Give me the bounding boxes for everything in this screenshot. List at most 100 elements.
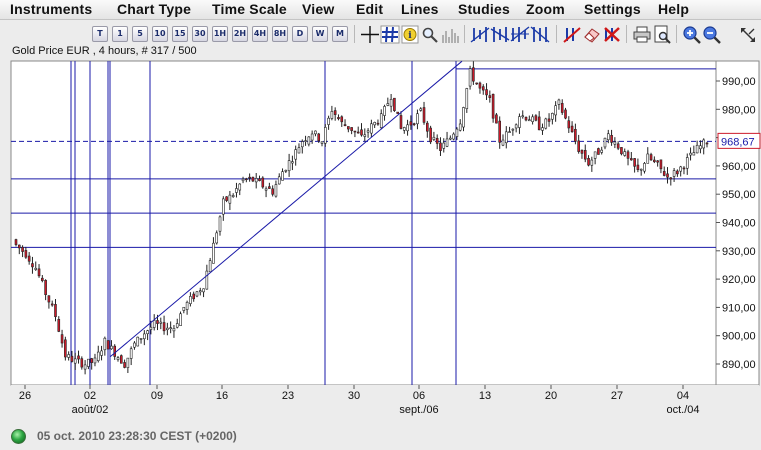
candle-down bbox=[633, 158, 636, 167]
timescale-week-button[interactable]: W bbox=[312, 26, 328, 42]
timescale-1h-button[interactable]: 1H bbox=[212, 26, 228, 42]
x-tick-label: 13 bbox=[479, 390, 491, 402]
expand-arrows-icon[interactable] bbox=[738, 25, 758, 44]
candle-down bbox=[393, 97, 396, 111]
candle-down bbox=[261, 177, 265, 188]
candle-up bbox=[383, 106, 386, 116]
candle-up bbox=[689, 152, 692, 156]
candle-up bbox=[297, 147, 301, 154]
menu-zoom[interactable]: Zoom bbox=[526, 1, 565, 17]
info-icon[interactable]: i bbox=[400, 25, 420, 44]
grid-icon[interactable] bbox=[380, 25, 400, 44]
bar-chart-icon[interactable] bbox=[470, 25, 490, 44]
trend-line-icon[interactable] bbox=[490, 25, 510, 44]
candle-down bbox=[343, 124, 347, 127]
candle-down bbox=[564, 109, 567, 119]
timescale-1min-button[interactable]: 1 bbox=[112, 26, 128, 42]
candle-down bbox=[485, 89, 488, 96]
candle-down bbox=[245, 178, 248, 181]
candle-up bbox=[159, 321, 163, 324]
menu-bar: Instruments Chart Type Time Scale View E… bbox=[0, 0, 761, 20]
candle-up bbox=[126, 357, 130, 368]
candle-down bbox=[376, 122, 380, 125]
menu-time-scale[interactable]: Time Scale bbox=[212, 1, 287, 17]
clear-all-icon[interactable] bbox=[602, 25, 622, 44]
candle-up bbox=[254, 178, 258, 183]
chart-title: Gold Price EUR , 4 hours, # 317 / 500 bbox=[12, 45, 197, 57]
candle-up bbox=[373, 122, 376, 126]
color-palette-icon[interactable] bbox=[562, 25, 582, 44]
timescale-tick-button[interactable]: T bbox=[92, 26, 108, 42]
menu-studies[interactable]: Studies bbox=[458, 1, 510, 17]
status-bar: 05 oct. 2010 23:28:30 CEST (+0200) bbox=[0, 424, 761, 450]
candle-down bbox=[597, 148, 600, 155]
zoom-out-icon[interactable] bbox=[702, 25, 722, 44]
zoom-in-icon[interactable] bbox=[682, 25, 702, 44]
candle-up bbox=[304, 140, 307, 142]
candle-up bbox=[406, 124, 409, 132]
trend-line[interactable] bbox=[109, 60, 463, 358]
candle-up bbox=[455, 128, 459, 137]
y-tick-label: 960,00 bbox=[722, 161, 756, 173]
candle-up bbox=[702, 139, 706, 149]
menu-settings[interactable]: Settings bbox=[584, 1, 641, 17]
candle-down bbox=[498, 120, 502, 143]
menu-help[interactable]: Help bbox=[658, 1, 689, 17]
candle-up bbox=[96, 351, 100, 361]
candle-up bbox=[281, 171, 284, 181]
y-tick-label: 930,00 bbox=[722, 246, 756, 258]
candle-up bbox=[103, 337, 107, 351]
candle-up bbox=[528, 119, 531, 122]
eraser-icon[interactable] bbox=[582, 25, 602, 44]
x-tick-label: 06 bbox=[413, 390, 425, 402]
print-preview-icon[interactable] bbox=[652, 25, 672, 44]
y-tick-label: 950,00 bbox=[722, 189, 756, 201]
fibonacci-icon[interactable] bbox=[510, 25, 530, 44]
x-month-label: oct./04 bbox=[666, 404, 699, 416]
toolbar-separator bbox=[626, 25, 627, 43]
candle-up bbox=[83, 364, 87, 370]
current-price-label: 968,67 bbox=[721, 136, 755, 148]
timescale-2h-button[interactable]: 2H bbox=[232, 26, 248, 42]
timescale-15min-button[interactable]: 15 bbox=[172, 26, 188, 42]
candle-up bbox=[442, 142, 446, 149]
candle-up bbox=[672, 170, 676, 177]
chart-canvas[interactable]: 26 02 09 16 23 30 06 13 20 27 04 août/02 sept./06 oct… bbox=[0, 0, 761, 450]
timescale-5min-button[interactable]: 5 bbox=[132, 26, 148, 42]
menu-lines[interactable]: Lines bbox=[401, 1, 439, 17]
menu-edit[interactable]: Edit bbox=[356, 1, 383, 17]
menu-instruments[interactable]: Instruments bbox=[10, 1, 92, 17]
candle-up bbox=[557, 99, 561, 105]
candle-up bbox=[386, 103, 390, 106]
volume-bars-icon[interactable] bbox=[440, 25, 460, 44]
price-chart[interactable]: 26 02 09 16 23 30 06 13 20 27 04 août/02 sept./06 oct… bbox=[0, 0, 761, 450]
print-icon[interactable] bbox=[632, 25, 652, 44]
candle-up bbox=[511, 128, 515, 131]
timescale-30min-button[interactable]: 30 bbox=[192, 26, 208, 42]
menu-chart-type[interactable]: Chart Type bbox=[117, 1, 191, 17]
candle-down bbox=[669, 177, 673, 180]
timescale-4h-button[interactable]: 4H bbox=[252, 26, 268, 42]
svg-text:i: i bbox=[408, 31, 412, 41]
timescale-10min-button[interactable]: 10 bbox=[152, 26, 168, 42]
candle-down bbox=[340, 116, 344, 123]
y-tick-label: 940,00 bbox=[722, 218, 756, 230]
timescale-day-button[interactable]: D bbox=[292, 26, 308, 42]
candle-up bbox=[320, 141, 324, 144]
crosshair-icon[interactable] bbox=[360, 25, 380, 44]
candle-down bbox=[54, 304, 57, 318]
menu-view[interactable]: View bbox=[302, 1, 334, 17]
timescale-month-button[interactable]: M bbox=[332, 26, 348, 42]
candle-down bbox=[225, 196, 228, 201]
candle-up bbox=[366, 130, 370, 133]
candle-up bbox=[465, 88, 469, 109]
timescale-8h-button[interactable]: 8H bbox=[272, 26, 288, 42]
candle-down bbox=[547, 118, 551, 122]
candle-up bbox=[508, 131, 511, 133]
candle-up bbox=[310, 133, 314, 141]
search-icon[interactable] bbox=[420, 25, 440, 44]
candle-up bbox=[324, 127, 327, 144]
delete-line-icon[interactable] bbox=[530, 25, 550, 44]
candle-down bbox=[399, 115, 403, 129]
candle-up bbox=[462, 107, 465, 128]
